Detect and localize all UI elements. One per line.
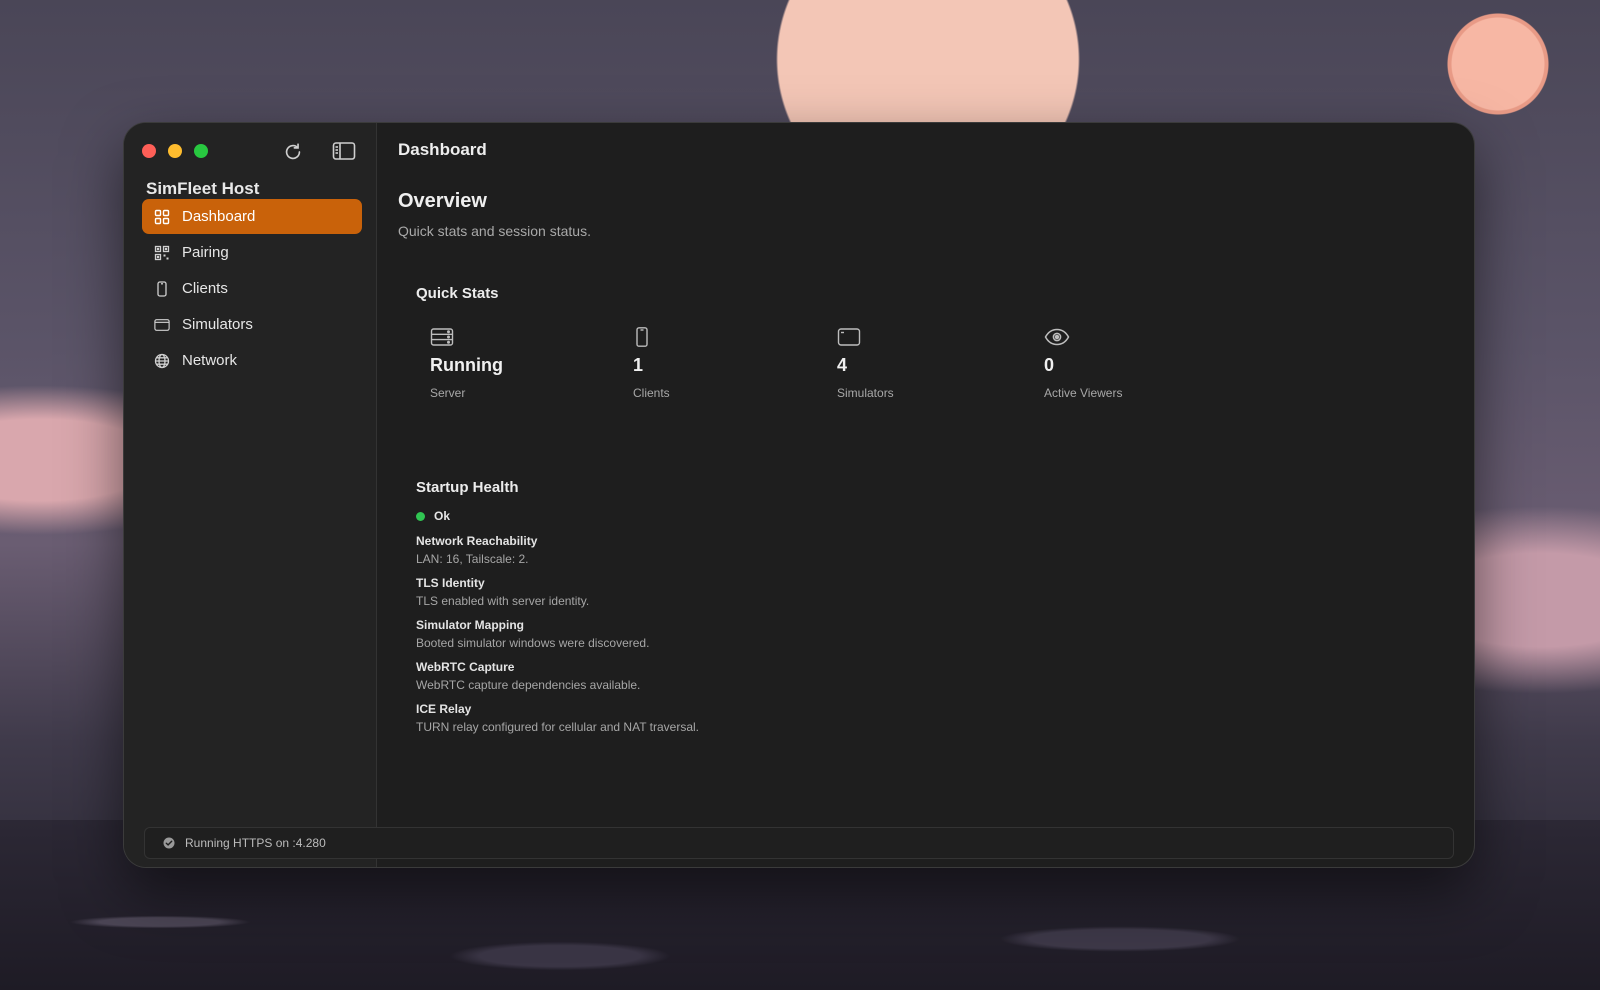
health-check: WebRTC Capture WebRTC capture dependenci… bbox=[416, 660, 640, 692]
checkmark-circle-icon bbox=[163, 837, 175, 849]
stat-value: 1 bbox=[633, 355, 644, 375]
stat-server: Running Server bbox=[430, 327, 610, 400]
minimize-window-button[interactable] bbox=[168, 144, 182, 158]
quick-stats-heading: Quick Stats bbox=[416, 285, 499, 302]
health-check: Simulator Mapping Booted simulator windo… bbox=[416, 618, 649, 650]
stat-value: Running bbox=[430, 355, 503, 375]
status-bar-text: Running HTTPS on :4.280 bbox=[185, 836, 326, 850]
refresh-icon[interactable] bbox=[282, 141, 306, 163]
sidebar-item-label: Dashboard bbox=[182, 208, 256, 225]
health-check-description: TLS enabled with server identity. bbox=[416, 594, 590, 608]
health-status: Ok bbox=[416, 509, 450, 523]
window-icon bbox=[837, 327, 863, 349]
sidebar-item-dashboard[interactable]: Dashboard bbox=[142, 199, 362, 234]
sidebar-nav: Dashboard Pairing Clients Simulators Net… bbox=[142, 199, 362, 379]
health-check-description: LAN: 16, Tailscale: 2. bbox=[416, 552, 529, 566]
sidebar-item-pairing[interactable]: Pairing bbox=[142, 235, 362, 270]
sidebar-toggle-icon[interactable] bbox=[332, 141, 356, 163]
sidebar-item-label: Pairing bbox=[182, 244, 229, 261]
health-check-title: TLS Identity bbox=[416, 576, 485, 590]
close-window-button[interactable] bbox=[142, 144, 156, 158]
globe-icon bbox=[154, 353, 170, 369]
sidebar-item-label: Network bbox=[182, 352, 238, 369]
zoom-window-button[interactable] bbox=[194, 144, 208, 158]
health-check-title: Simulator Mapping bbox=[416, 618, 524, 632]
eye-icon bbox=[1044, 327, 1070, 349]
health-check-description: WebRTC capture dependencies available. bbox=[416, 678, 641, 692]
main-content: Dashboard Overview Quick stats and sessi… bbox=[376, 123, 1474, 867]
sidebar-item-network[interactable]: Network bbox=[142, 343, 362, 378]
health-status-label: Ok bbox=[434, 509, 451, 523]
stat-value: 4 bbox=[837, 355, 848, 375]
health-check-description: TURN relay configured for cellular and N… bbox=[416, 720, 699, 734]
grid-icon bbox=[154, 209, 170, 225]
sidebar-item-clients[interactable]: Clients bbox=[142, 271, 362, 306]
overview-subtitle: Quick stats and session status. bbox=[398, 223, 591, 239]
health-check: ICE Relay TURN relay configured for cell… bbox=[416, 702, 699, 734]
server-icon bbox=[430, 327, 456, 349]
stat-label: Simulators bbox=[837, 386, 894, 400]
overview-heading: Overview bbox=[398, 190, 487, 212]
stat-label: Server bbox=[430, 386, 466, 400]
health-check-title: WebRTC Capture bbox=[416, 660, 515, 674]
stat-label: Active Viewers bbox=[1044, 386, 1123, 400]
stat-simulators: 4 Simulators bbox=[837, 327, 1017, 400]
stat-clients: 1 Clients bbox=[633, 327, 813, 400]
status-bar: Running HTTPS on :4.280 bbox=[144, 827, 1454, 859]
window-icon bbox=[154, 317, 170, 333]
app-window: SimFleet Host Dashboard Pairing Clients … bbox=[124, 123, 1474, 867]
startup-health-heading: Startup Health bbox=[416, 479, 519, 496]
sidebar: SimFleet Host Dashboard Pairing Clients … bbox=[124, 123, 377, 867]
status-dot-icon bbox=[416, 511, 425, 521]
stat-value: 0 bbox=[1044, 355, 1055, 375]
health-check-title: ICE Relay bbox=[416, 702, 472, 716]
health-check-title: Network Reachability bbox=[416, 534, 538, 548]
sidebar-item-label: Clients bbox=[182, 280, 228, 297]
page-title: Dashboard bbox=[398, 140, 487, 159]
sidebar-item-label: Simulators bbox=[182, 316, 253, 333]
qr-code-icon bbox=[154, 245, 170, 261]
sidebar-item-simulators[interactable]: Simulators bbox=[142, 307, 362, 342]
stat-label: Clients bbox=[633, 386, 670, 400]
phone-icon bbox=[633, 327, 659, 349]
health-check-description: Booted simulator windows were discovered… bbox=[416, 636, 650, 650]
health-check: Network Reachability LAN: 16, Tailscale:… bbox=[416, 534, 537, 566]
app-title: SimFleet Host bbox=[146, 179, 260, 198]
stat-active-viewers: 0 Active Viewers bbox=[1044, 327, 1224, 400]
phone-icon bbox=[154, 280, 170, 297]
health-check: TLS Identity TLS enabled with server ide… bbox=[416, 576, 589, 608]
window-controls bbox=[142, 144, 208, 158]
